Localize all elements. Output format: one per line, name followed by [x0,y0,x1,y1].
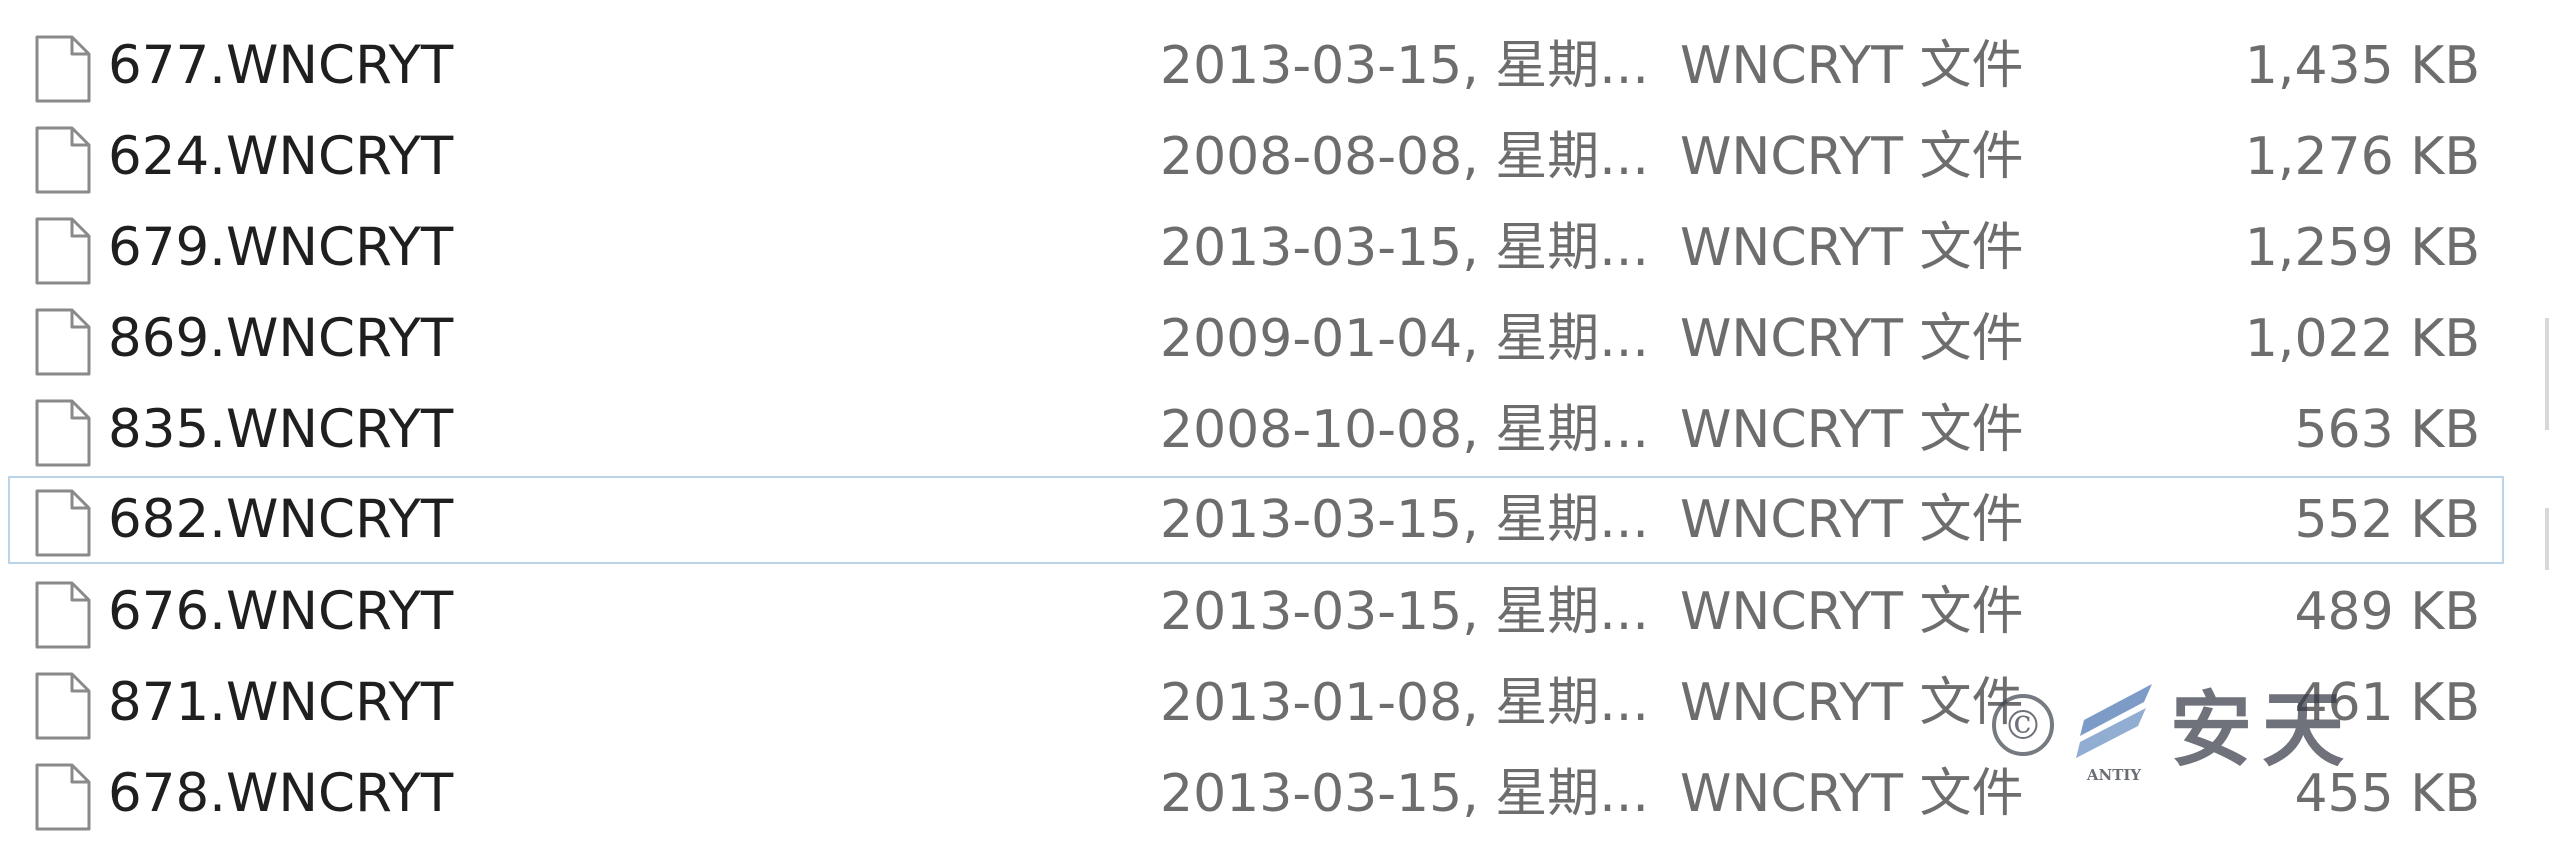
file-type: WNCRYT 文件 [1680,36,2024,96]
file-name: 678.WNCRYT [108,763,454,824]
file-date-modified: 2013-03-15, 星期... [1160,36,1649,96]
file-row[interactable]: 624.WNCRYT 2008-08-08, 星期... WNCRYT 文件 1… [8,113,2504,201]
file-icon [34,672,92,740]
file-icon [34,763,92,831]
file-type: WNCRYT 文件 [1680,764,2024,824]
file-name: 679.WNCRYT [108,217,454,278]
file-icon [34,35,92,103]
file-icon [34,399,92,467]
file-row[interactable]: 869.WNCRYT 2009-01-04, 星期... WNCRYT 文件 1… [8,295,2504,383]
file-row[interactable]: 676.WNCRYT 2013-03-15, 星期... WNCRYT 文件 4… [8,568,2504,656]
file-icon [34,308,92,376]
file-icon [34,126,92,194]
file-type: WNCRYT 文件 [1680,490,2024,550]
file-type: WNCRYT 文件 [1680,400,2024,460]
copyright-icon: © [1992,694,2054,756]
file-size: 563 KB [2294,400,2480,460]
file-date-modified: 2013-03-15, 星期... [1160,582,1649,642]
svg-text:ANTIY: ANTIY [2086,766,2142,784]
file-size: 1,259 KB [2244,218,2480,278]
file-icon [34,581,92,649]
file-date-modified: 2013-03-15, 星期... [1160,218,1649,278]
file-type: WNCRYT 文件 [1680,582,2024,642]
brand-name: 安天 [2170,683,2355,778]
file-date-modified: 2013-01-08, 星期... [1160,673,1649,733]
antiy-watermark: © ANTIY 安天 [1990,676,2390,786]
file-name: 869.WNCRYT [108,308,454,369]
file-icon [34,489,92,557]
file-icon [34,217,92,285]
file-row[interactable]: 679.WNCRYT 2013-03-15, 星期... WNCRYT 文件 1… [8,204,2504,292]
scrollbar-edge [2545,508,2549,570]
antiy-logo-icon: ANTIY [2076,684,2152,784]
svg-text:©: © [2003,703,2043,749]
file-name: 835.WNCRYT [108,399,454,460]
file-type: WNCRYT 文件 [1680,673,2024,733]
file-type: WNCRYT 文件 [1680,127,2024,187]
file-size: 489 KB [2294,582,2480,642]
file-date-modified: 2009-01-04, 星期... [1160,309,1649,369]
scrollbar-edge [2545,318,2549,430]
file-name: 871.WNCRYT [108,672,454,733]
file-type: WNCRYT 文件 [1680,218,2024,278]
file-type: WNCRYT 文件 [1680,309,2024,369]
file-name: 624.WNCRYT [108,126,454,187]
file-name: 676.WNCRYT [108,581,454,642]
file-size: 1,022 KB [2244,309,2480,369]
file-date-modified: 2013-03-15, 星期... [1160,764,1649,824]
file-row[interactable]: 682.WNCRYT 2013-03-15, 星期... WNCRYT 文件 5… [8,476,2504,564]
file-name: 677.WNCRYT [108,35,454,96]
file-row[interactable]: 835.WNCRYT 2008-10-08, 星期... WNCRYT 文件 5… [8,386,2504,474]
file-date-modified: 2008-08-08, 星期... [1160,127,1649,187]
file-size: 1,435 KB [2244,36,2480,96]
file-date-modified: 2008-10-08, 星期... [1160,400,1649,460]
file-date-modified: 2013-03-15, 星期... [1160,490,1649,550]
file-row[interactable]: 677.WNCRYT 2013-03-15, 星期... WNCRYT 文件 1… [8,22,2504,110]
file-size: 1,276 KB [2244,127,2480,187]
file-name: 682.WNCRYT [108,489,454,550]
file-size: 552 KB [2294,490,2480,550]
